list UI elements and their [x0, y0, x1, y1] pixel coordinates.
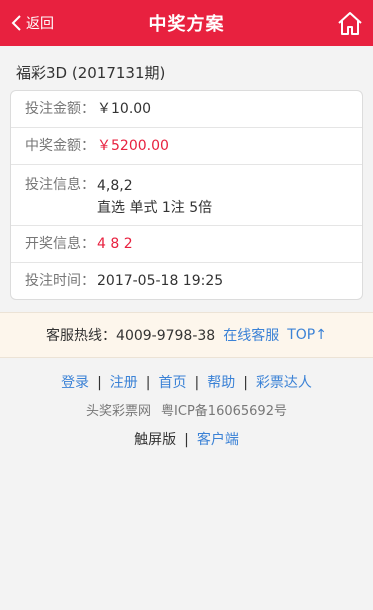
bet-time-label: 投注时间：	[25, 273, 95, 289]
site-name: 头奖彩票网	[86, 404, 152, 419]
separator: |	[145, 375, 151, 391]
separator: |	[184, 432, 189, 448]
client-link[interactable]: 客户端	[197, 432, 239, 448]
lottery-expert-link[interactable]: 彩票达人	[256, 375, 312, 391]
bet-info-row: 投注信息： 4,8,2 直选 单式 1注 5倍	[11, 165, 362, 226]
win-amount-value: ￥5200.00	[97, 138, 169, 154]
bet-amount-label: 投注金额：	[25, 101, 95, 117]
draw-numbers: 4 8 2	[97, 236, 133, 252]
login-link[interactable]: 登录	[61, 375, 89, 391]
chevron-left-icon	[11, 15, 21, 31]
register-link[interactable]: 注册	[110, 375, 138, 391]
footer-links: 登录 | 注册 | 首页 | 帮助 | 彩票达人	[0, 372, 373, 392]
ticket-detail-card: 投注金额： ￥10.00 中奖金额： ￥5200.00 投注信息： 4,8,2 …	[10, 90, 363, 300]
home-link[interactable]: 首页	[159, 375, 187, 391]
help-link[interactable]: 帮助	[207, 375, 235, 391]
bet-time-row: 投注时间： 2017-05-18 19:25	[11, 263, 362, 299]
win-amount-row: 中奖金额： ￥5200.00	[11, 128, 362, 165]
bet-amount-value: ￥10.00	[97, 101, 152, 117]
service-hotline: 客服热线：4009-9798-38	[46, 328, 216, 344]
separator: |	[194, 375, 200, 391]
bet-info-value: 4,8,2 直选 单式 1注 5倍	[97, 175, 212, 225]
version-switch: 触屏版 | 客户端	[0, 429, 373, 449]
bet-info-label: 投注信息：	[25, 177, 95, 193]
footer: 登录 | 注册 | 首页 | 帮助 | 彩票达人 头奖彩票网 粤ICP备16065692号 触屏版…	[0, 372, 373, 449]
online-service-link[interactable]: 在线客服	[223, 325, 279, 345]
back-to-top-link[interactable]: TOP↑	[287, 327, 327, 343]
draw-info-row: 开奖信息： 4 8 2	[11, 226, 362, 263]
top-nav-bar: 返回 中奖方案	[0, 0, 373, 46]
bet-detail: 直选 单式 1注 5倍	[97, 200, 213, 216]
separator: |	[243, 375, 248, 391]
bet-numbers: 4,8,2	[97, 178, 133, 194]
service-bar: 客服热线：4009-9798-38 在线客服 TOP↑	[0, 312, 373, 358]
page-title: 中奖方案	[148, 14, 225, 35]
draw-info-label: 开奖信息：	[25, 236, 95, 252]
bet-time-value: 2017-05-18 19:25	[97, 273, 224, 289]
separator: |	[97, 375, 102, 391]
lottery-issue-title: 福彩3D (2017131期)	[16, 64, 166, 82]
back-label: 返回	[26, 16, 54, 32]
win-amount-label: 中奖金额：	[25, 138, 95, 154]
company-info: 头奖彩票网 粤ICP备16065692号	[0, 400, 373, 420]
home-icon[interactable]	[337, 10, 363, 36]
bet-amount-row: 投注金额： ￥10.00	[11, 91, 362, 128]
touch-version-label: 触屏版	[134, 432, 177, 448]
back-button[interactable]: 返回	[10, 0, 54, 46]
icp-number: 粤ICP备16065692号	[161, 404, 287, 419]
